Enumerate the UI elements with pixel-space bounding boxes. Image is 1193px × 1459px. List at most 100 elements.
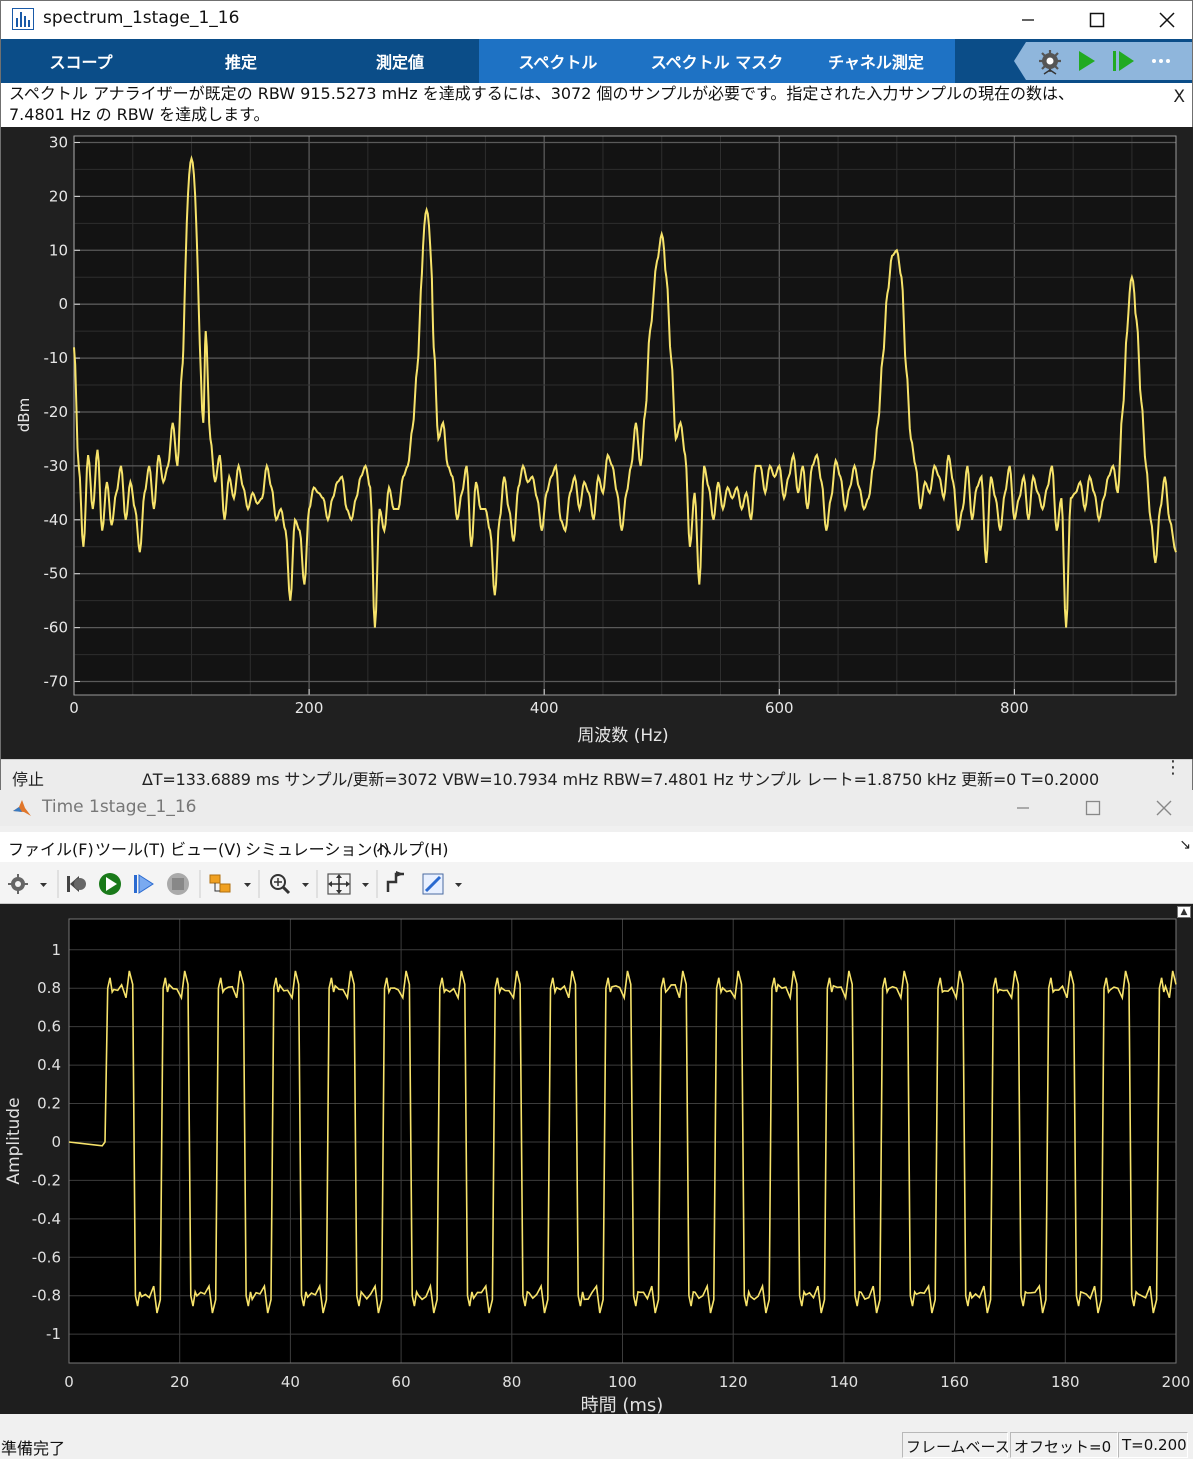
menu-view[interactable]: ビュー(V) [170,836,241,860]
time-x-tick-label-10: 200 [1162,1373,1191,1391]
tab-spectrum-mask[interactable]: スペクトル マスク [637,39,797,83]
close-icon [1156,800,1172,816]
menu-help[interactable]: ヘルプ(H) [376,836,449,860]
x-axis-label: 周波数 (Hz) [577,726,668,746]
time-y-tick-label-3: 0.4 [37,1056,61,1074]
time-y-tick-label-7: -0.4 [32,1210,61,1228]
time-scope-toolbar [0,862,1193,904]
ready-status: 準備完了 [1,1435,65,1459]
spectrum-titlebar: spectrum_1stage_1_16 [1,1,1192,39]
y-tick-label-9: -60 [44,619,69,637]
spectrum-window-title: spectrum_1stage_1_16 [43,8,239,28]
time-maximize-button[interactable] [1070,790,1116,826]
spectrum-axes-area [74,136,1176,695]
run-icon[interactable] [99,873,121,895]
time-y-tick-label-2: 0.6 [37,1018,61,1036]
y-tick-label-6: -30 [44,457,69,475]
time-x-tick-label-8: 160 [940,1373,969,1391]
more-icon[interactable] [1152,59,1170,63]
maximize-button[interactable] [1074,1,1120,39]
time-x-tick-label-0: 0 [64,1373,74,1391]
zoom-icon[interactable] [271,875,309,893]
y-tick-label-2: 10 [49,241,68,259]
y-tick-label-3: 0 [58,295,68,313]
time-x-tick-label-6: 120 [719,1373,748,1391]
tab-estimation[interactable]: 推定 [161,39,321,83]
spectrum-tool-area [1014,42,1192,80]
time-y-tick-label-9: -0.8 [32,1287,61,1305]
step-icon[interactable] [134,875,153,893]
time-scope-titlebar: Time 1stage_1_16 [0,790,1193,826]
spectrum-tabbar: スコープ 推定 測定値 スペクトル スペクトル マスク チャネル測定 [1,39,1192,83]
time-y-tick-label-8: -0.6 [32,1248,61,1266]
y-tick-label-0: 30 [49,133,68,151]
rbw-message-text: スペクトル アナライザーが既定の RBW 915.5273 mHz を達成するに… [9,83,1129,125]
time-status-bar: 準備完了 フレームベース オフセット=0 T=0.200 [0,1424,1193,1458]
x-tick-label-4: 800 [1000,699,1029,717]
settings-icon[interactable] [8,874,47,894]
menu-simulation[interactable]: シミュレーション(I) [245,836,390,860]
time-x-tick-label-2: 40 [281,1373,300,1391]
time-x-tick-label-1: 20 [170,1373,189,1391]
time-plot[interactable]: 02040608010012014016018020010.80.60.40.2… [0,904,1193,1414]
spectrum-plot[interactable]: 02004006008003020100-10-20-30-40-50-60-7… [1,127,1193,759]
triggers-icon[interactable] [388,871,404,892]
tab-measurements[interactable]: 測定値 [321,39,479,83]
measurements-icon[interactable] [423,874,462,894]
tab-spectrum[interactable]: スペクトル [479,39,637,83]
time-y-tick-label-6: -0.2 [32,1171,61,1189]
time-y-tick-label-1: 0.8 [37,979,61,997]
time-x-tick-label-9: 180 [1051,1373,1080,1391]
stop-icon[interactable] [167,873,189,895]
matlab-logo-icon [12,798,32,818]
time-x-tick-label-5: 100 [608,1373,637,1391]
maximize-icon [1085,800,1101,816]
frame-based-indicator: フレームベース [902,1432,1008,1458]
y-tick-label-5: -20 [44,403,69,421]
spectrum-app-icon [12,8,34,30]
minimize-button[interactable] [1005,1,1051,39]
time-x-axis-label: 時間 (ms) [581,1395,664,1414]
time-y-tick-label-0: 1 [51,941,61,959]
rbw-message-bar: スペクトル アナライザーが既定の RBW 915.5273 mHz を達成するに… [1,83,1192,127]
time-scope-menubar: ファイル(F) ツール(T) ビュー(V) シミュレーション(I) ヘルプ(H)… [0,832,1193,862]
time-scope-toolbar-icons [0,862,1193,904]
time-indicator: T=0.200 [1118,1432,1188,1458]
tab-scope[interactable]: スコープ [1,39,161,83]
maximize-icon [1089,12,1105,28]
time-y-tick-label-10: -1 [46,1325,61,1343]
undock-icon[interactable]: ▲ [1177,906,1191,918]
y-tick-label-8: -50 [44,565,69,583]
x-tick-label-3: 600 [765,699,794,717]
time-y-axis-label: Amplitude [4,1097,24,1184]
fit-to-view-icon[interactable] [328,874,369,894]
time-close-button[interactable] [1141,790,1187,826]
time-scope-window: Time 1stage_1_16 ファイル(F) ツール(T) ビュー(V) シ… [0,790,1193,1458]
time-minimize-button[interactable] [1000,790,1046,826]
minimize-icon [1016,801,1030,815]
signal-select-icon[interactable] [210,875,251,892]
menu-tools[interactable]: ツール(T) [95,836,165,860]
time-plot-panel: 02040608010012014016018020010.80.60.40.2… [0,904,1193,1414]
y-tick-label-1: 20 [49,187,68,205]
close-button[interactable] [1144,1,1190,39]
x-tick-label-2: 400 [530,699,559,717]
close-icon [1159,12,1175,28]
y-tick-label-4: -10 [44,349,69,367]
time-x-tick-label-7: 140 [830,1373,859,1391]
offset-indicator: オフセット=0 [1010,1432,1118,1458]
message-close-button[interactable]: X [1173,87,1185,107]
status-more-button[interactable]: ⋮ [1164,764,1182,772]
menu-file[interactable]: ファイル(F) [8,836,94,860]
x-tick-label-0: 0 [69,699,79,717]
y-axis-label: dBm [15,398,33,432]
run-back-icon[interactable] [67,876,86,892]
y-tick-label-7: -40 [44,511,69,529]
tab-channel-measurements[interactable]: チャネル測定 [797,39,955,83]
time-y-tick-label-4: 0.2 [37,1095,61,1113]
y-tick-label-10: -70 [44,673,69,691]
simulation-state: 停止 [12,766,44,790]
menu-overflow-icon[interactable]: ↘ [1179,837,1191,853]
time-y-tick-label-5: 0 [51,1133,61,1151]
spectrum-tool-strip [1014,42,1192,80]
